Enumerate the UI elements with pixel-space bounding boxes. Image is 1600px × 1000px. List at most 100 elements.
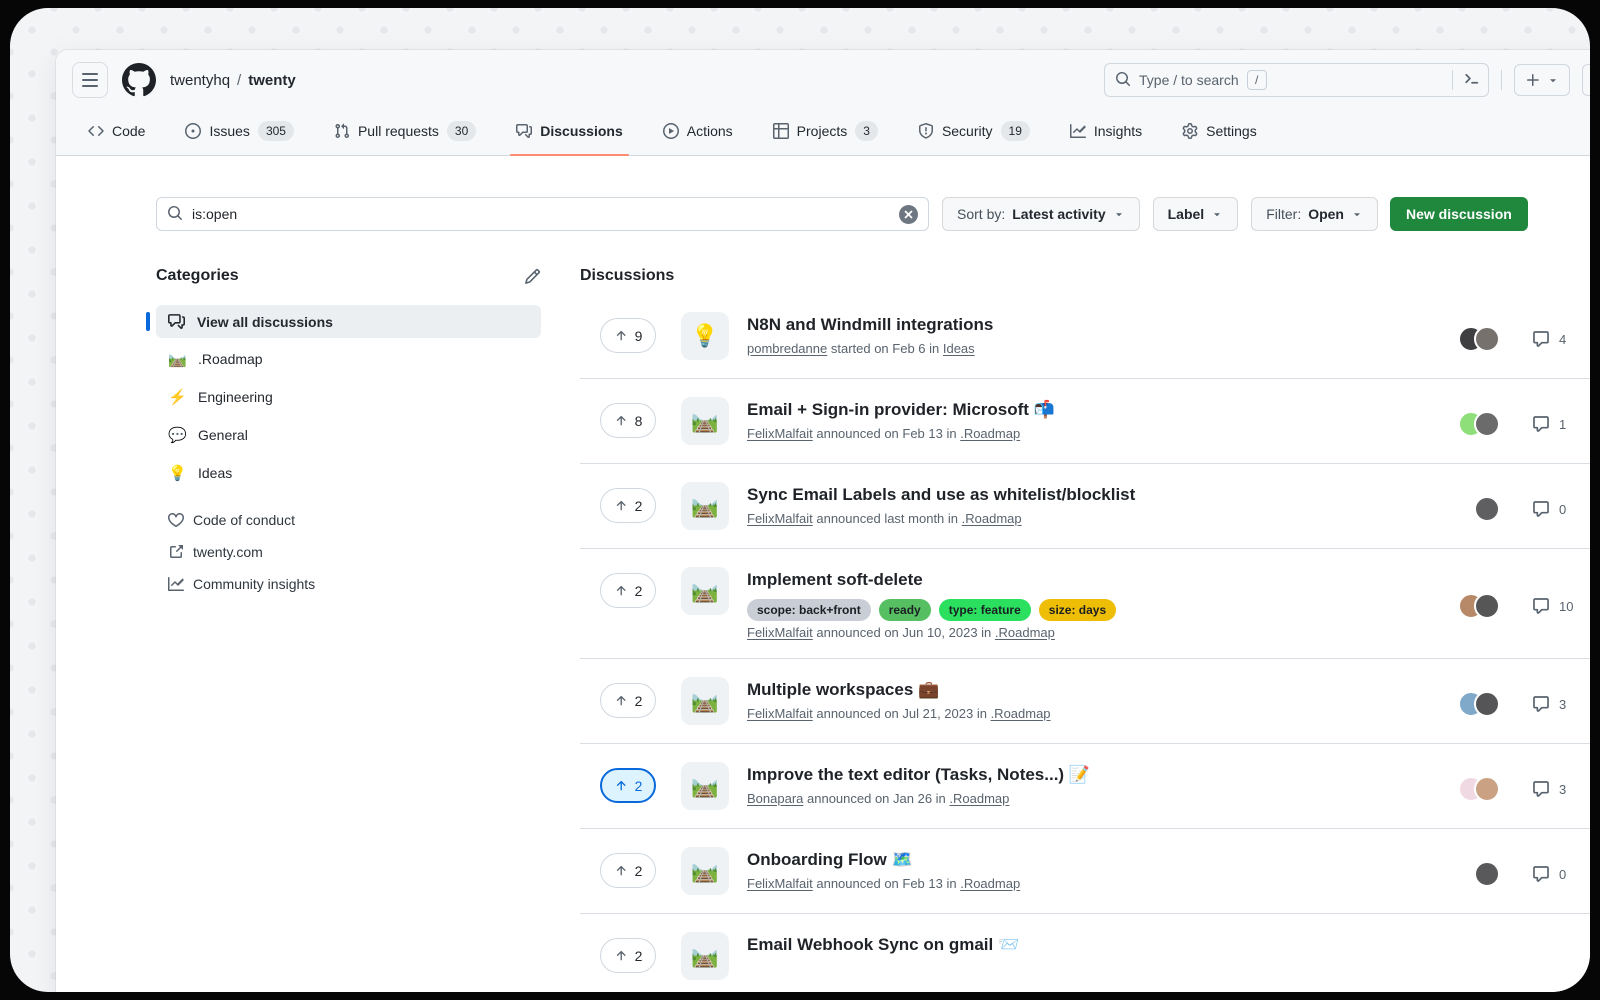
- discussion-meta: FelixMalfait announced on Jul 21, 2023 i…: [747, 706, 1442, 721]
- breadcrumb-owner-link[interactable]: twentyhq: [170, 72, 230, 89]
- github-logo-icon[interactable]: [122, 63, 156, 97]
- category-emoji-box[interactable]: 🛤️: [681, 932, 729, 980]
- discussion-title-link[interactable]: Sync Email Labels and use as whitelist/b…: [747, 483, 1442, 507]
- author-link[interactable]: FelixMalfait: [747, 625, 813, 640]
- tab-insights[interactable]: Insights: [1056, 106, 1156, 155]
- label-badge[interactable]: ready: [879, 599, 931, 621]
- global-search-input[interactable]: Type / to search /: [1104, 63, 1489, 97]
- avatar-stack[interactable]: [1442, 691, 1500, 717]
- comment-count: 3: [1532, 780, 1590, 798]
- avatar-stack[interactable]: [1442, 496, 1500, 522]
- tab-discussions[interactable]: Discussions: [502, 106, 636, 155]
- category-emoji-box[interactable]: 🛤️: [681, 677, 729, 725]
- discussion-title-link[interactable]: Email + Sign-in provider: Microsoft 📬: [747, 398, 1442, 422]
- railway-track-emoji-icon: 🛤️: [691, 773, 718, 799]
- avatar-stack[interactable]: [1442, 593, 1500, 619]
- heart-icon: [168, 512, 184, 528]
- tab-code[interactable]: Code: [74, 106, 159, 155]
- avatar-stack[interactable]: [1442, 776, 1500, 802]
- twenty-com-link[interactable]: twenty.com: [156, 536, 541, 568]
- category-emoji-box[interactable]: 🛤️: [681, 762, 729, 810]
- global-search-placeholder: Type / to search: [1139, 72, 1239, 88]
- avatar[interactable]: [1474, 691, 1500, 717]
- discussions-search-input[interactable]: is:open: [156, 197, 929, 231]
- arrow-up-icon: [614, 694, 628, 708]
- breadcrumb-repo-link[interactable]: twenty: [248, 72, 296, 89]
- category-emoji-box[interactable]: 🛤️: [681, 397, 729, 445]
- category-link[interactable]: .Roadmap: [960, 876, 1020, 891]
- sidebar-item-view-all-discussions[interactable]: View all discussions: [156, 305, 541, 338]
- categories-title: Categories: [156, 267, 239, 285]
- category-link[interactable]: .Roadmap: [962, 511, 1022, 526]
- avatar[interactable]: [1474, 593, 1500, 619]
- author-link[interactable]: FelixMalfait: [747, 511, 813, 526]
- discussion-title-link[interactable]: Implement soft-delete: [747, 568, 1442, 592]
- tab-settings[interactable]: Settings: [1168, 106, 1271, 155]
- tab-issues[interactable]: Issues 305: [171, 106, 308, 155]
- category-link[interactable]: .Roadmap: [960, 426, 1020, 441]
- label-badge[interactable]: type: feature: [939, 599, 1031, 621]
- upvote-button[interactable]: 2: [600, 853, 656, 888]
- category-link[interactable]: Ideas: [943, 341, 975, 356]
- search-icon: [167, 205, 183, 224]
- tab-projects[interactable]: Projects 3: [759, 106, 892, 155]
- category-emoji-box[interactable]: 🛤️: [681, 482, 729, 530]
- create-new-button[interactable]: [1514, 64, 1570, 96]
- author-link[interactable]: FelixMalfait: [747, 876, 813, 891]
- upvote-button[interactable]: 2: [600, 938, 656, 973]
- author-link[interactable]: Bonapara: [747, 791, 803, 806]
- avatar[interactable]: [1474, 861, 1500, 887]
- edit-categories-button[interactable]: [524, 268, 541, 285]
- filter-dropdown[interactable]: Filter: Open: [1251, 197, 1378, 231]
- sidebar-item-roadmap[interactable]: 🛤️ .Roadmap: [156, 342, 541, 376]
- upvote-button[interactable]: 2: [600, 573, 656, 608]
- label-badge[interactable]: size: days: [1039, 599, 1116, 621]
- sidebar-item-general[interactable]: 💬 General: [156, 418, 541, 452]
- category-link[interactable]: .Roadmap: [949, 791, 1009, 806]
- clear-search-button[interactable]: [899, 205, 918, 224]
- code-of-conduct-link[interactable]: Code of conduct: [156, 504, 541, 536]
- author-link[interactable]: FelixMalfait: [747, 426, 813, 441]
- new-discussion-button[interactable]: New discussion: [1390, 197, 1528, 231]
- discussions-icon: [168, 313, 185, 330]
- discussion-title-link[interactable]: Email Webhook Sync on gmail 📨: [747, 933, 1590, 957]
- categories-sidebar: Categories View all discussions 🛤️ .: [156, 267, 541, 600]
- avatar[interactable]: [1474, 776, 1500, 802]
- label-badge[interactable]: scope: back+front: [747, 599, 871, 621]
- sidebar-item-ideas[interactable]: 💡 Ideas: [156, 456, 541, 490]
- category-emoji-box[interactable]: 💡: [681, 312, 729, 360]
- discussion-title-link[interactable]: Improve the text editor (Tasks, Notes...…: [747, 763, 1442, 787]
- upvote-button[interactable]: 2: [600, 683, 656, 718]
- avatar-stack[interactable]: [1442, 861, 1500, 887]
- avatar[interactable]: [1474, 411, 1500, 437]
- category-emoji-box[interactable]: 🛤️: [681, 847, 729, 895]
- avatar[interactable]: [1474, 326, 1500, 352]
- avatar-stack[interactable]: [1442, 326, 1500, 352]
- category-link[interactable]: .Roadmap: [991, 706, 1051, 721]
- tab-security[interactable]: Security 19: [904, 106, 1044, 155]
- discussion-title-link[interactable]: Multiple workspaces 💼: [747, 678, 1442, 702]
- upvote-button-voted[interactable]: 2: [600, 768, 656, 803]
- sort-by-dropdown[interactable]: Sort by: Latest activity: [942, 197, 1140, 231]
- avatar[interactable]: [1474, 496, 1500, 522]
- upvote-button[interactable]: 9: [600, 318, 656, 353]
- upvote-button[interactable]: 8: [600, 403, 656, 438]
- sidebar-item-engineering[interactable]: ⚡ Engineering: [156, 380, 541, 414]
- label-dropdown[interactable]: Label: [1153, 197, 1239, 231]
- discussion-title-link[interactable]: N8N and Windmill integrations: [747, 313, 1442, 337]
- issues-button[interactable]: [1582, 64, 1590, 96]
- tab-pull-requests[interactable]: Pull requests 30: [320, 106, 490, 155]
- category-emoji-box[interactable]: 🛤️: [681, 567, 729, 615]
- author-link[interactable]: FelixMalfait: [747, 706, 813, 721]
- author-link[interactable]: pombredanne: [747, 341, 827, 356]
- command-palette-icon[interactable]: [1463, 70, 1480, 90]
- hamburger-menu-button[interactable]: [72, 62, 108, 98]
- tab-actions[interactable]: Actions: [649, 106, 747, 155]
- security-counter: 19: [1001, 121, 1030, 141]
- avatar-stack[interactable]: [1442, 411, 1500, 437]
- category-link[interactable]: .Roadmap: [995, 625, 1055, 640]
- community-insights-link[interactable]: Community insights: [156, 568, 541, 600]
- discussion-title-link[interactable]: Onboarding Flow 🗺️: [747, 848, 1442, 872]
- discussions-title: Discussions: [580, 267, 1590, 285]
- upvote-button[interactable]: 2: [600, 488, 656, 523]
